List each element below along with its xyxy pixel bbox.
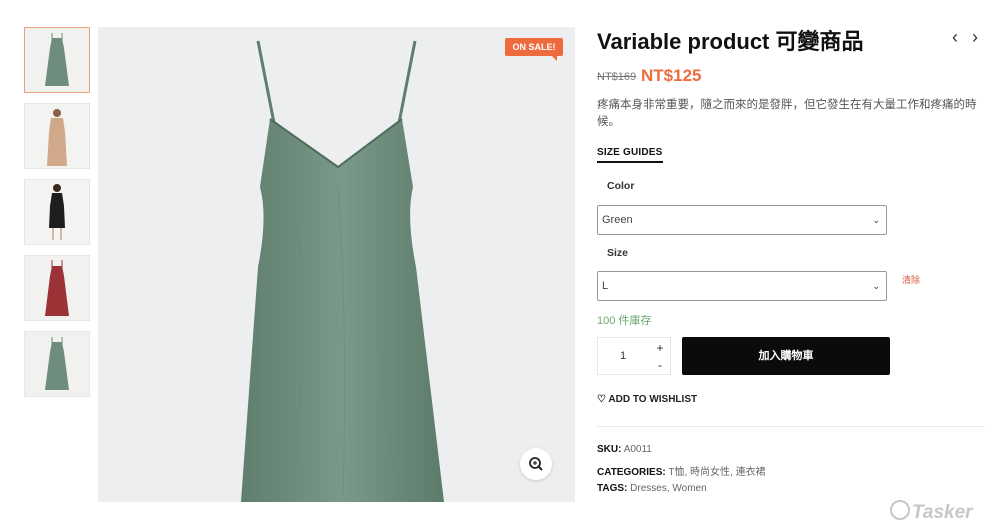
product-description: 疼痛本身非常重要，隨之而來的是發胖，但它發生在有大量工作和疼痛的時候。 <box>597 99 977 128</box>
categories-label: CATEGORIES: <box>597 467 666 478</box>
sku-value: A0011 <box>623 444 652 455</box>
quantity-plus-button[interactable]: + <box>650 339 670 357</box>
thumbnail-black-dress[interactable] <box>24 179 90 245</box>
chevron-down-icon: ⌄ <box>872 215 880 225</box>
sale-price: NT$125 <box>641 66 702 85</box>
category-link[interactable]: T恤 <box>668 467 684 478</box>
tags-row: TAGS: Dresses, Women <box>597 483 707 494</box>
thumbnail-beige-dress[interactable] <box>24 103 90 169</box>
thumbnail-gallery <box>24 27 92 407</box>
add-to-cart-button[interactable]: 加入購物車 <box>682 337 890 375</box>
original-price: NT$169 <box>597 71 637 83</box>
color-select[interactable]: Green ⌄ <box>597 205 887 235</box>
tag-link[interactable]: Dresses <box>630 483 667 494</box>
dress-image <box>25 180 89 244</box>
size-select-value: L <box>602 280 609 292</box>
size-label: Size <box>607 247 629 259</box>
dress-image <box>25 332 89 396</box>
prev-product-icon[interactable]: ‹ <box>952 27 958 48</box>
thumbnail-green-dress-back[interactable] <box>24 331 90 397</box>
sku-label: SKU: <box>597 444 622 455</box>
divider <box>597 426 985 427</box>
thumbnail-red-dress[interactable] <box>24 255 90 321</box>
dress-image <box>25 256 89 320</box>
thumbnail-green-dress[interactable] <box>24 27 90 93</box>
category-link[interactable]: 時尚女性 <box>690 467 730 478</box>
size-guides-link[interactable]: SIZE GUIDES <box>597 147 663 163</box>
zoom-button[interactable] <box>520 448 552 480</box>
quantity-stepper: 1 + - <box>597 337 671 375</box>
tags-label: TAGS: <box>597 483 628 494</box>
on-sale-badge: ON SALE! <box>505 38 563 61</box>
color-label: Color <box>607 180 635 192</box>
sku-row: SKU: A0011 <box>597 444 652 455</box>
zoom-in-icon <box>529 457 543 471</box>
color-select-value: Green <box>602 214 633 226</box>
watermark-text: Tasker <box>912 502 973 523</box>
stock-status: 100 件庫存 <box>597 315 652 327</box>
watermark-logo: Tasker <box>890 500 973 524</box>
chevron-down-icon: ⌄ <box>872 281 880 291</box>
logo-icon <box>890 500 910 520</box>
quantity-minus-button[interactable]: - <box>650 356 670 374</box>
wishlist-label: ADD TO WISHLIST <box>608 394 698 405</box>
dress-image <box>25 28 89 92</box>
next-product-icon[interactable]: › <box>972 27 978 48</box>
main-product-image[interactable] <box>98 27 575 502</box>
add-to-wishlist-link[interactable]: ♡ ADD TO WISHLIST <box>597 394 697 405</box>
size-select[interactable]: L ⌄ <box>597 271 887 301</box>
category-link[interactable]: 連衣裙 <box>736 467 766 478</box>
quantity-input[interactable]: 1 <box>598 338 648 374</box>
clear-selection-link[interactable]: 清除 <box>902 273 920 286</box>
heart-icon: ♡ <box>597 394 606 405</box>
tag-link[interactable]: Women <box>672 483 706 494</box>
categories-row: CATEGORIES: T恤, 時尚女性, 連衣裙 <box>597 467 766 478</box>
product-title: Variable product 可變商品 <box>597 29 864 54</box>
green-slip-dress-image <box>241 40 444 502</box>
dress-image <box>25 104 89 168</box>
